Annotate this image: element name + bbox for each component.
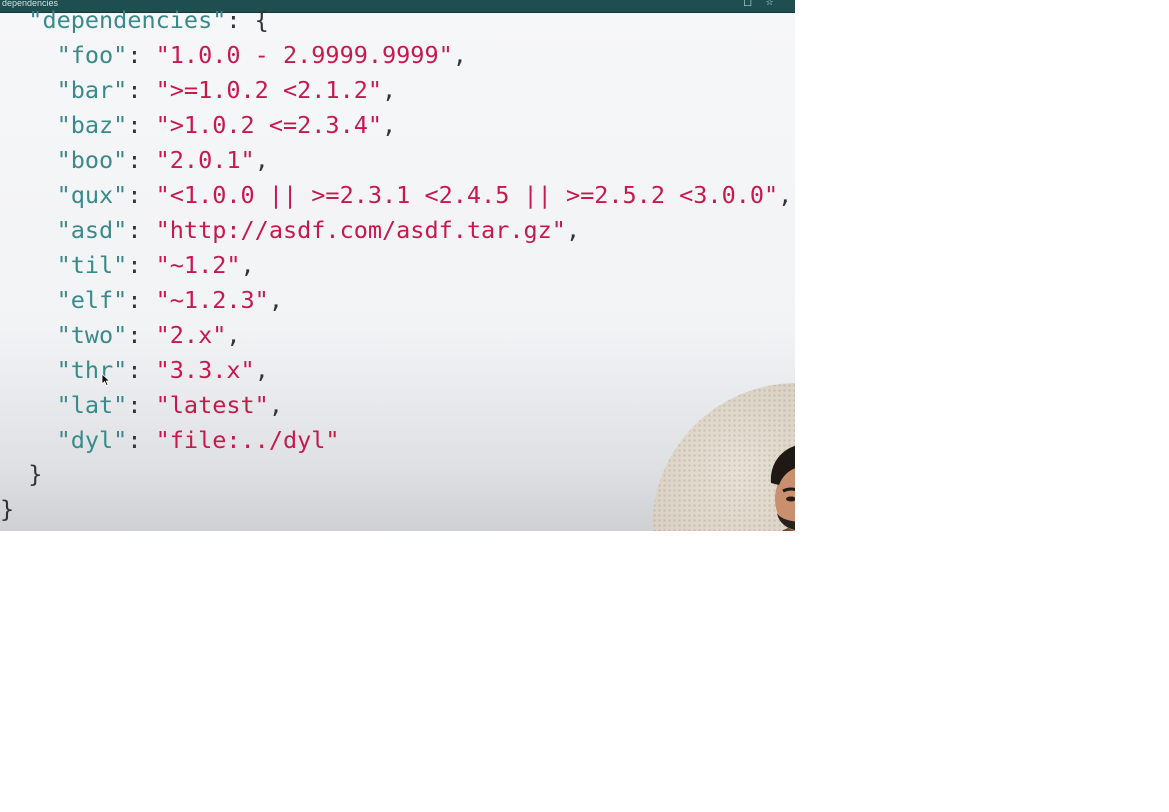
json-value: "file:../dyl" <box>155 426 340 454</box>
json-key: "boo" <box>56 146 128 174</box>
code-line: "til": "~1.2", <box>56 251 255 279</box>
code-editor[interactable]: "dependencies": { "foo": "1.0.0 - 2.9999… <box>0 0 792 531</box>
json-key: "elf" <box>56 286 128 314</box>
code-line: "lat": "latest", <box>56 391 283 419</box>
json-value: ">1.0.2 <=2.3.4" <box>155 111 383 139</box>
json-value: ">=1.0.2 <2.1.2" <box>155 76 383 104</box>
presenter-avatar <box>770 446 795 531</box>
json-key: "thr" <box>56 356 128 384</box>
json-value: "http://asdf.com/asdf.tar.gz" <box>155 216 566 244</box>
close-brace: } <box>0 495 15 523</box>
json-value: "~1.2.3" <box>155 286 269 314</box>
screen-frame: dependencies □ ☆ "dependencies": { "foo"… <box>0 0 795 531</box>
code-line: "thr": "3.3.x", <box>56 356 269 384</box>
json-key: "lat" <box>56 391 128 419</box>
json-key: "bar" <box>56 76 128 104</box>
code-line: "bar": ">=1.0.2 <2.1.2", <box>56 76 397 104</box>
code-line: "dependencies": { <box>28 6 269 34</box>
code-line: "qux": "<1.0.0 || >=2.3.1 <2.4.5 || >=2.… <box>56 181 793 209</box>
code-line: } <box>0 457 42 492</box>
code-line: "foo": "1.0.0 - 2.9999.9999", <box>56 41 467 69</box>
pin-icon[interactable]: ☆ <box>765 0 774 8</box>
json-key: "baz" <box>56 111 128 139</box>
code-line: "elf": "~1.2.3", <box>56 286 283 314</box>
code-line: } <box>0 492 14 527</box>
copy-icon[interactable]: □ <box>743 0 752 8</box>
json-value: "latest" <box>155 391 269 419</box>
json-key: "foo" <box>56 41 128 69</box>
json-value: "3.3.x" <box>155 356 255 384</box>
json-value: "1.0.0 - 2.9999.9999" <box>155 41 453 69</box>
json-value: "2.x" <box>155 321 227 349</box>
json-key: "qux" <box>56 181 128 209</box>
code-line: "two": "2.x", <box>56 321 241 349</box>
open-brace: { <box>254 6 269 34</box>
json-value: "~1.2" <box>155 251 241 279</box>
code-line: "baz": ">1.0.2 <=2.3.4", <box>56 111 397 139</box>
code-line: "asd": "http://asdf.com/asdf.tar.gz", <box>56 216 581 244</box>
json-key: "til" <box>56 251 128 279</box>
json-value: "2.0.1" <box>155 146 255 174</box>
close-brace: } <box>28 460 43 488</box>
webcam-overlay <box>652 383 795 531</box>
json-key: "two" <box>56 321 128 349</box>
mouse-pointer-icon <box>101 373 111 387</box>
json-key: "dyl" <box>56 426 128 454</box>
code-line: "boo": "2.0.1", <box>56 146 269 174</box>
json-key: "dependencies" <box>28 6 227 34</box>
json-key: "asd" <box>56 216 128 244</box>
code-line: "dyl": "file:../dyl" <box>56 426 340 454</box>
json-value: "<1.0.0 || >=2.3.1 <2.4.5 || >=2.5.2 <3.… <box>155 181 779 209</box>
